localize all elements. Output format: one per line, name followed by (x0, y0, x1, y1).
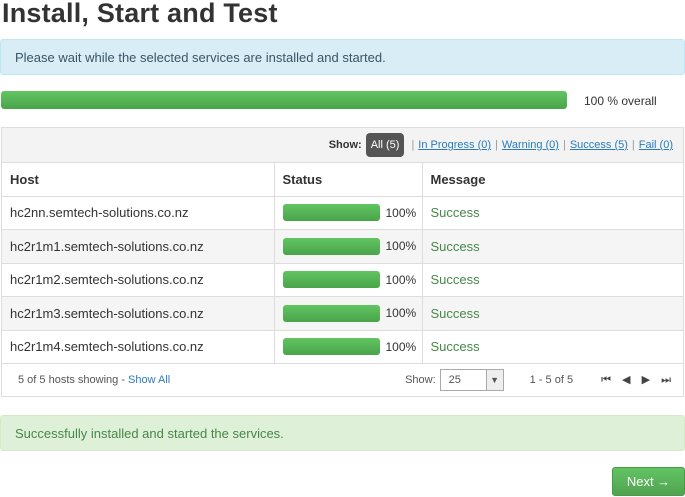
host-progress-bar (282, 304, 380, 322)
host-progress-percent: 100% (385, 239, 417, 254)
page-title: Install, Start and Test (2, 0, 278, 28)
host-progress-percent: 100% (385, 205, 417, 220)
host-progress-bar (282, 237, 380, 255)
prev-page-icon[interactable]: ◀ (622, 374, 630, 386)
table-row: hc2r1m3.semtech-solutions.co.nz 100% Succe… (2, 296, 683, 331)
filter-separator: | (562, 139, 566, 151)
hosts-table: Host Status Message hc2nn.semtech-soluti… (2, 163, 683, 364)
host-progress-bar (282, 338, 380, 356)
page-size-select[interactable]: 25 ▼ (439, 368, 504, 391)
host-progress-fill (282, 304, 380, 322)
column-header-host[interactable]: Host (2, 163, 275, 197)
message-cell[interactable]: Success (422, 196, 683, 230)
column-header-status[interactable]: Status (274, 163, 423, 197)
status-cell: 100% (274, 296, 423, 331)
filter-separator: | (495, 139, 498, 151)
table-row: hc2r1m2.semtech-solutions.co.nz 100% Succe… (2, 263, 683, 297)
host-progress-percent: 100% (385, 339, 417, 354)
filter-show-label: Show: (328, 139, 362, 151)
filter-separator: | (411, 139, 415, 151)
host-progress-percent: 100% (385, 306, 417, 321)
show-all-link[interactable]: Show All (128, 374, 170, 386)
table-row: hc2r1m4.semtech-solutions.co.nz 100% Succe… (2, 330, 683, 364)
next-button[interactable]: Next → (612, 467, 685, 496)
filter-success[interactable]: Success (5) (570, 139, 628, 151)
table-footer: 5 of 5 hosts showing - Show All Show: 25… (2, 363, 683, 396)
table-row: hc2nn.semtech-solutions.co.nz 100% Success (2, 196, 683, 230)
hosts-table-panel: Show: All (5) | In Progress (0) | Warnin… (1, 127, 684, 397)
first-page-icon[interactable]: ⏮ (601, 374, 611, 386)
filter-bar: Show: All (5) | In Progress (0) | Warnin… (2, 128, 683, 163)
filter-in-progress[interactable]: In Progress (0) (418, 139, 491, 151)
pagination-range: 1 - 5 of 5 (529, 373, 574, 386)
host-progress-fill (282, 338, 380, 356)
page-size-value: 25 (448, 373, 461, 386)
page-size-label: Show: (405, 373, 436, 386)
message-cell[interactable]: Success (422, 229, 683, 264)
host-cell[interactable]: hc2r1m4.semtech-solutions.co.nz (2, 330, 275, 364)
host-cell[interactable]: hc2nn.semtech-solutions.co.nz (2, 196, 275, 230)
host-cell[interactable]: hc2r1m2.semtech-solutions.co.nz (2, 263, 275, 297)
host-cell[interactable]: hc2r1m1.semtech-solutions.co.nz (2, 229, 275, 264)
message-cell[interactable]: Success (422, 263, 683, 297)
host-progress-bar (282, 271, 380, 289)
filter-fail[interactable]: Fail (0) (639, 139, 673, 151)
message-cell[interactable]: Success (422, 296, 683, 331)
chevron-down-icon[interactable]: ▼ (485, 369, 503, 390)
overall-progress-fill (1, 91, 567, 109)
host-progress-fill (282, 204, 380, 222)
table-row: hc2r1m1.semtech-solutions.co.nz 100% Succe… (2, 229, 683, 264)
host-progress-fill (282, 237, 380, 255)
status-cell: 100% (274, 330, 423, 364)
column-header-message[interactable]: Message (422, 163, 683, 197)
status-cell: 100% (274, 263, 423, 297)
status-cell: 100% (274, 229, 423, 264)
overall-progress-bar (1, 91, 567, 109)
message-cell[interactable]: Success (422, 330, 683, 364)
filter-all[interactable]: All (5) (365, 133, 405, 157)
host-progress-fill (282, 271, 380, 289)
host-progress-percent: 100% (385, 272, 417, 287)
overall-progress-label: 100 % overall (584, 94, 657, 108)
host-cell[interactable]: hc2r1m3.semtech-solutions.co.nz (2, 296, 275, 331)
success-alert: Successfully installed and started the s… (0, 415, 685, 451)
filter-separator: | (631, 139, 635, 151)
info-alert: Please wait while the selected services … (0, 39, 685, 75)
last-page-icon[interactable]: ⏭ (661, 374, 671, 386)
status-cell: 100% (274, 196, 423, 230)
next-page-icon[interactable]: ▶ (642, 374, 650, 386)
filter-warning[interactable]: Warning (0) (502, 139, 559, 151)
host-progress-bar (282, 204, 380, 222)
hosts-showing-text: 5 of 5 hosts showing - (18, 373, 126, 386)
